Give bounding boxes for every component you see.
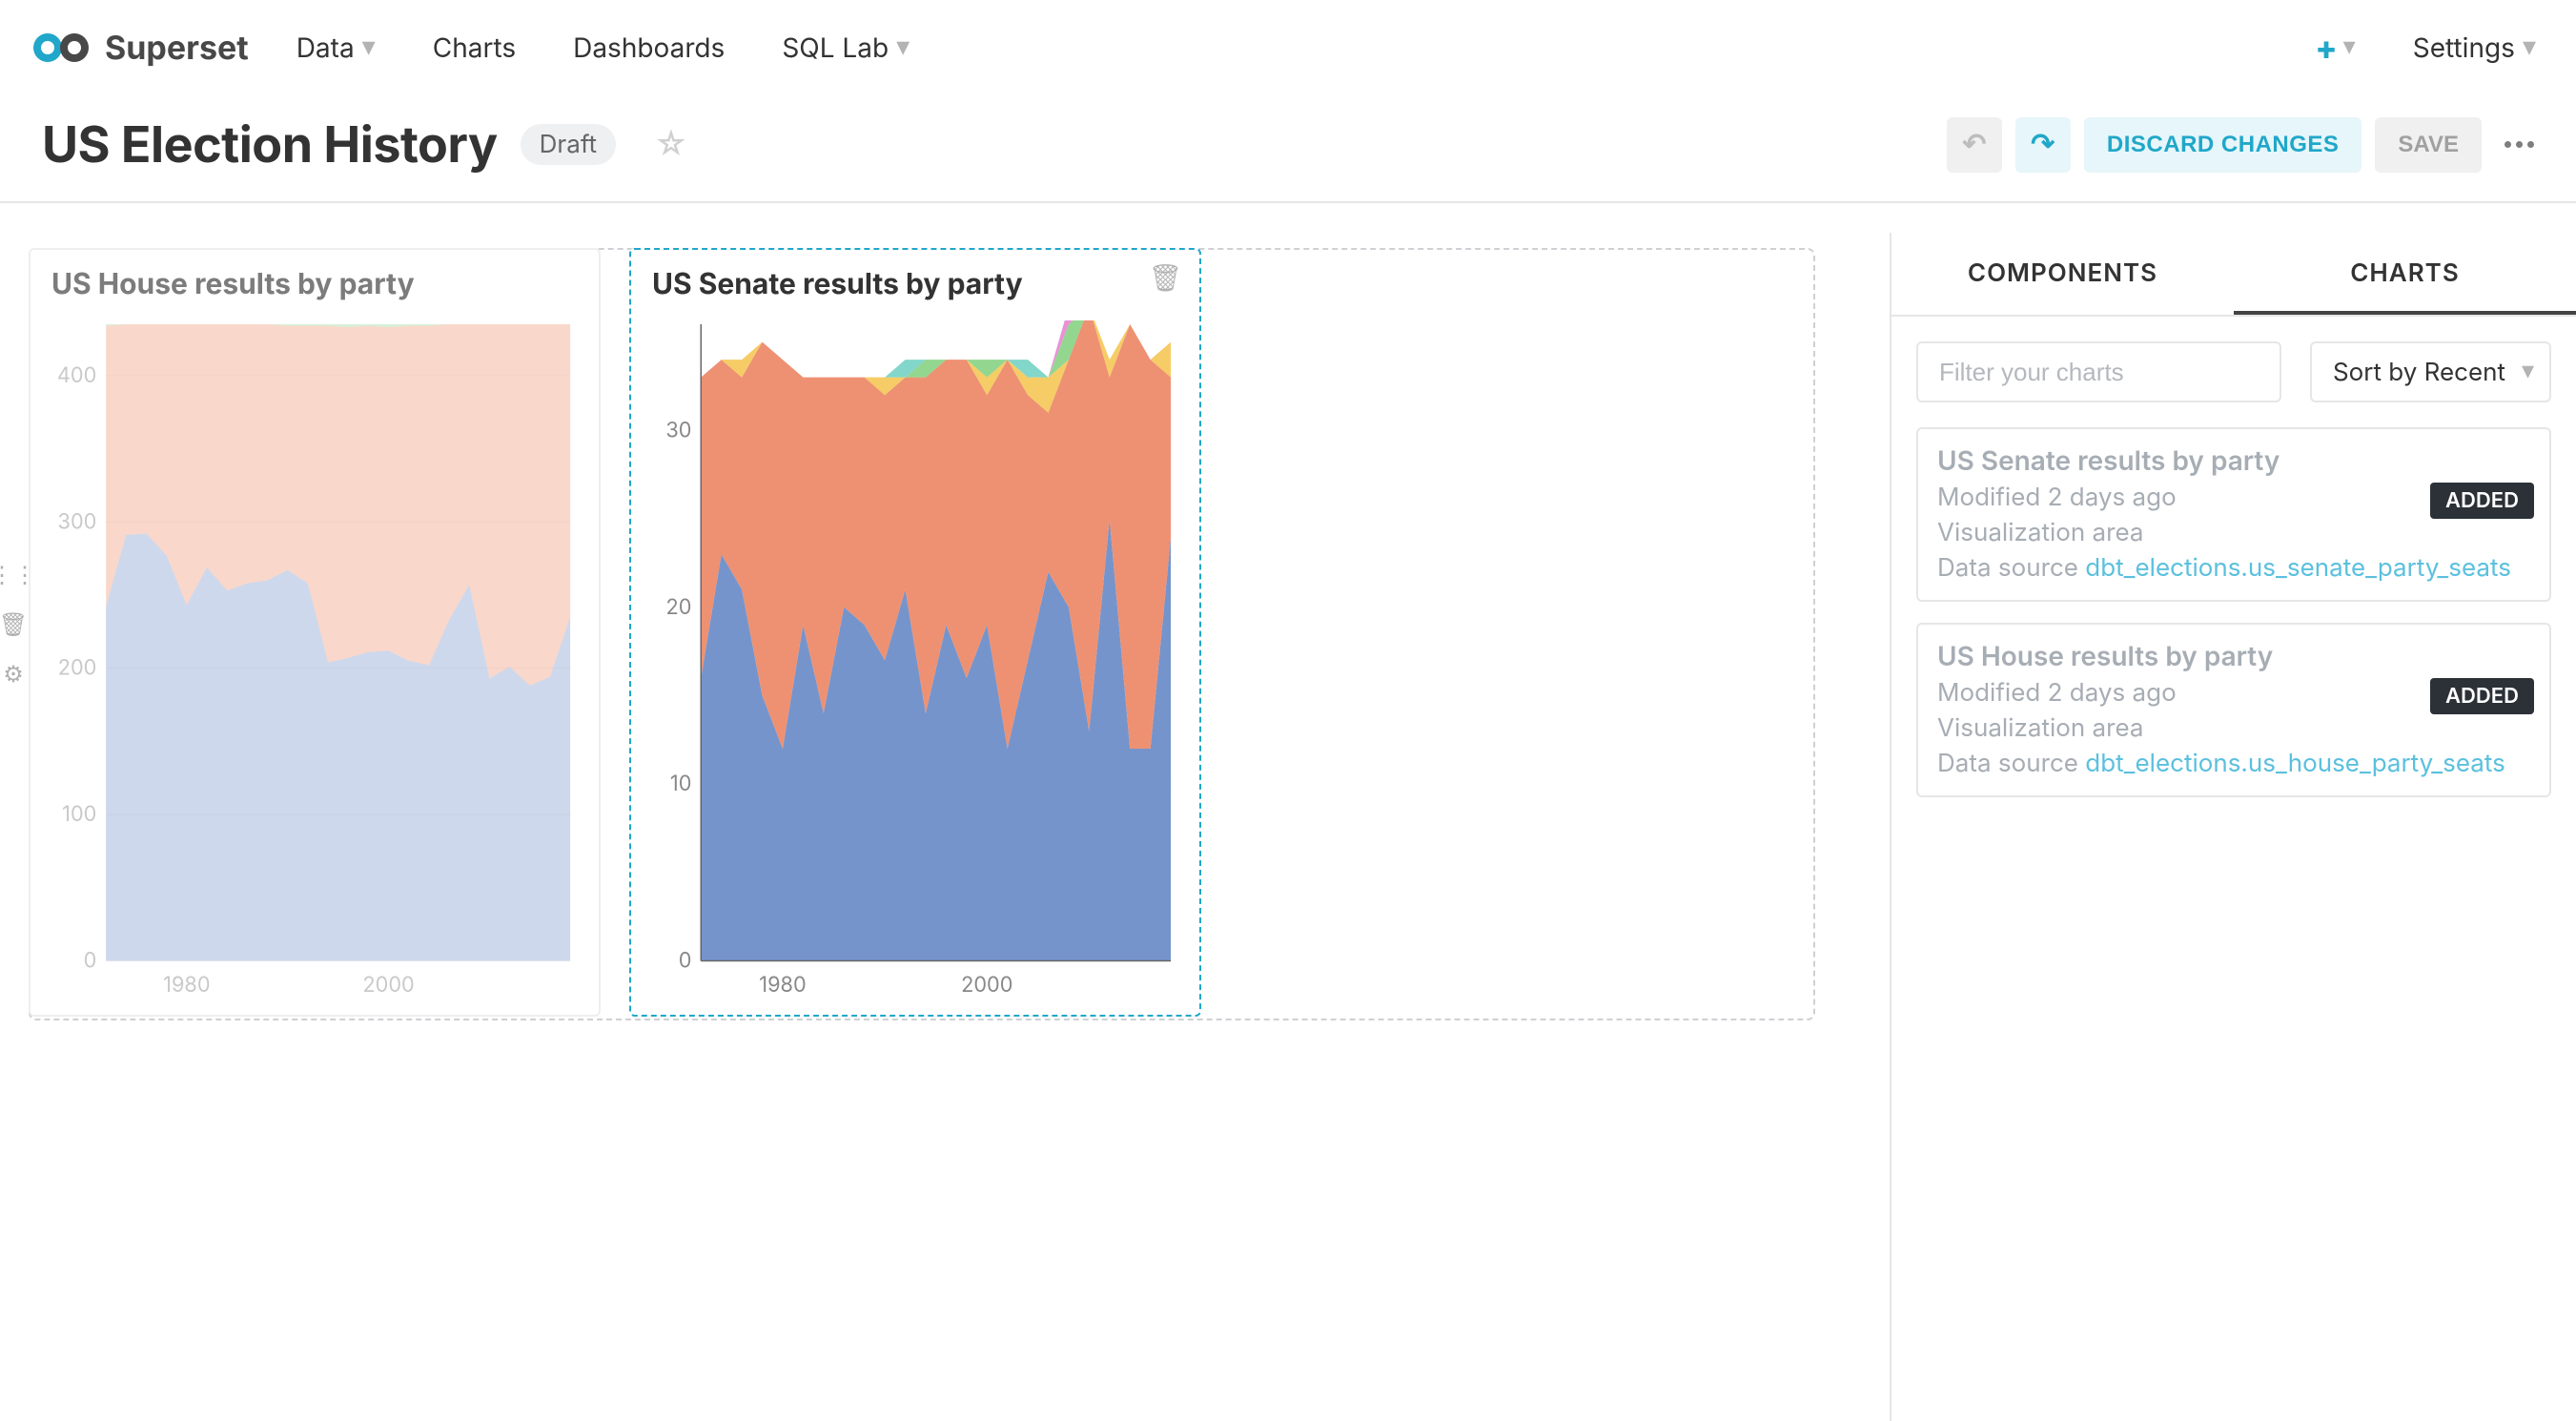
svg-text:30: 30 <box>665 418 691 443</box>
more-menu-icon[interactable] <box>2504 141 2534 148</box>
svg-text:0: 0 <box>679 948 692 973</box>
top-navbar: Superset Data ▾ Charts Dashboards SQL La… <box>0 0 2576 95</box>
svg-text:1980: 1980 <box>163 973 210 998</box>
chart-item-viz: Visualization area <box>1937 713 2530 743</box>
chart-item-title: US Senate results by party <box>1937 444 2530 477</box>
trash-icon[interactable]: 🗑 <box>1148 261 1182 294</box>
added-badge: ADDED <box>2430 483 2534 519</box>
added-badge: ADDED <box>2430 678 2534 714</box>
redo-icon: ↷ <box>2031 128 2055 161</box>
nav-right: + ▾ Settings ▾ <box>2315 29 2536 68</box>
header-separator <box>0 201 2576 203</box>
tab-charts[interactable]: CHARTS <box>2234 258 2576 315</box>
nav-sqllab-label: SQL Lab <box>782 31 889 64</box>
sort-select[interactable]: Sort by Recent ▾ <box>2310 341 2551 402</box>
chart-item-datasource: Data source dbt_elections.us_senate_part… <box>1937 553 2530 583</box>
svg-text:300: 300 <box>58 509 97 534</box>
chart-body: 0 10 20 30 1980 2000 <box>652 320 1178 998</box>
panel-tabs: COMPONENTS CHARTS <box>1891 233 2576 317</box>
gear-icon[interactable]: ⚙ <box>0 660 27 687</box>
chevron-down-icon: ▾ <box>2343 31 2356 61</box>
chart-filter-input[interactable] <box>1916 341 2281 402</box>
chart-item-viz: Visualization area <box>1937 518 2530 547</box>
panel-filter-row: Sort by Recent ▾ <box>1891 317 2576 427</box>
nav-settings[interactable]: Settings ▾ <box>2413 31 2536 64</box>
chart-card-senate[interactable]: US Senate results by party 🗑 0 10 20 30 1980… <box>629 248 1201 1017</box>
svg-text:1980: 1980 <box>759 973 806 998</box>
new-menu[interactable]: + ▾ <box>2315 29 2355 68</box>
dashboard-canvas[interactable]: ⋮⋮ 🗑 ⚙ US House results by party 0100200… <box>0 233 1890 1421</box>
svg-text:0: 0 <box>84 948 97 973</box>
ds-label: Data source <box>1937 553 2085 583</box>
svg-text:10: 10 <box>670 772 691 796</box>
svg-text:2000: 2000 <box>362 973 414 998</box>
chart-card-house[interactable]: US House results by party 0 100 200 300 400 1… <box>29 248 601 1017</box>
chevron-down-icon: ▾ <box>362 30 376 62</box>
trash-icon[interactable]: 🗑 <box>0 610 27 637</box>
nav-sqllab[interactable]: SQL Lab ▾ <box>782 31 910 64</box>
brand-name: Superset <box>105 29 249 68</box>
nav-data[interactable]: Data ▾ <box>296 31 376 64</box>
brand[interactable]: Superset <box>31 29 249 68</box>
chart-list: US Senate results by party Modified 2 da… <box>1891 427 2576 797</box>
chart-list-item[interactable]: US House results by party Modified 2 day… <box>1916 623 2551 797</box>
discard-changes-button[interactable]: DISCARD CHANGES <box>2084 117 2362 173</box>
nav-dashboards[interactable]: Dashboards <box>573 31 725 64</box>
page-title[interactable]: US Election History <box>42 114 498 175</box>
header-actions: ↶ ↷ DISCARD CHANGES SAVE <box>1947 117 2534 173</box>
redo-button[interactable]: ↷ <box>2015 117 2071 173</box>
svg-text:20: 20 <box>665 594 691 619</box>
save-button[interactable]: SAVE <box>2375 117 2482 173</box>
chart-item-title: US House results by party <box>1937 640 2530 672</box>
svg-text:400: 400 <box>57 363 96 388</box>
chart-list-item[interactable]: US Senate results by party Modified 2 da… <box>1916 427 2551 602</box>
nav-charts[interactable]: Charts <box>433 31 516 64</box>
svg-text:200: 200 <box>58 655 97 680</box>
svg-text:2000: 2000 <box>961 973 1012 998</box>
svg-text:100: 100 <box>62 802 96 827</box>
nav-menu: Data ▾ Charts Dashboards SQL Lab ▾ <box>296 31 910 64</box>
nav-dashboards-label: Dashboards <box>573 31 725 64</box>
chart-body: 0 100 200 300 400 1980 2000 <box>51 320 578 998</box>
chevron-down-icon: ▾ <box>896 30 910 62</box>
chevron-down-icon: ▾ <box>2523 30 2536 62</box>
drag-handle-icon[interactable]: ⋮⋮ <box>0 561 27 587</box>
dashboard-header: US Election History Draft ☆ ↶ ↷ DISCARD … <box>0 95 2576 201</box>
tab-components[interactable]: COMPONENTS <box>1891 258 2234 315</box>
builder-panel: COMPONENTS CHARTS Sort by Recent ▾ US Se… <box>1890 233 2576 1421</box>
chart-item-datasource: Data source dbt_elections.us_house_party… <box>1937 749 2530 778</box>
edge-toolbar: ⋮⋮ 🗑 ⚙ <box>0 561 27 687</box>
chevron-down-icon: ▾ <box>2522 356 2534 385</box>
nav-charts-label: Charts <box>433 31 516 64</box>
datasource-link[interactable]: dbt_elections.us_house_party_seats <box>2085 749 2505 778</box>
ds-label: Data source <box>1937 749 2085 778</box>
datasource-link[interactable]: dbt_elections.us_senate_party_seats <box>2085 553 2511 583</box>
superset-logo-icon <box>31 29 92 67</box>
favorite-star-icon[interactable]: ☆ <box>654 125 688 164</box>
undo-icon: ↶ <box>1962 128 1986 161</box>
plus-icon: + <box>2315 29 2337 68</box>
nav-data-label: Data <box>296 31 355 64</box>
chart-title: US Senate results by party <box>652 267 1023 301</box>
sort-label: Sort by Recent <box>2333 358 2505 387</box>
chart-title: US House results by party <box>51 267 415 301</box>
main: ⋮⋮ 🗑 ⚙ US House results by party 0100200… <box>0 233 2576 1421</box>
nav-settings-label: Settings <box>2413 31 2515 64</box>
draft-badge: Draft <box>521 124 616 165</box>
undo-button[interactable]: ↶ <box>1947 117 2002 173</box>
